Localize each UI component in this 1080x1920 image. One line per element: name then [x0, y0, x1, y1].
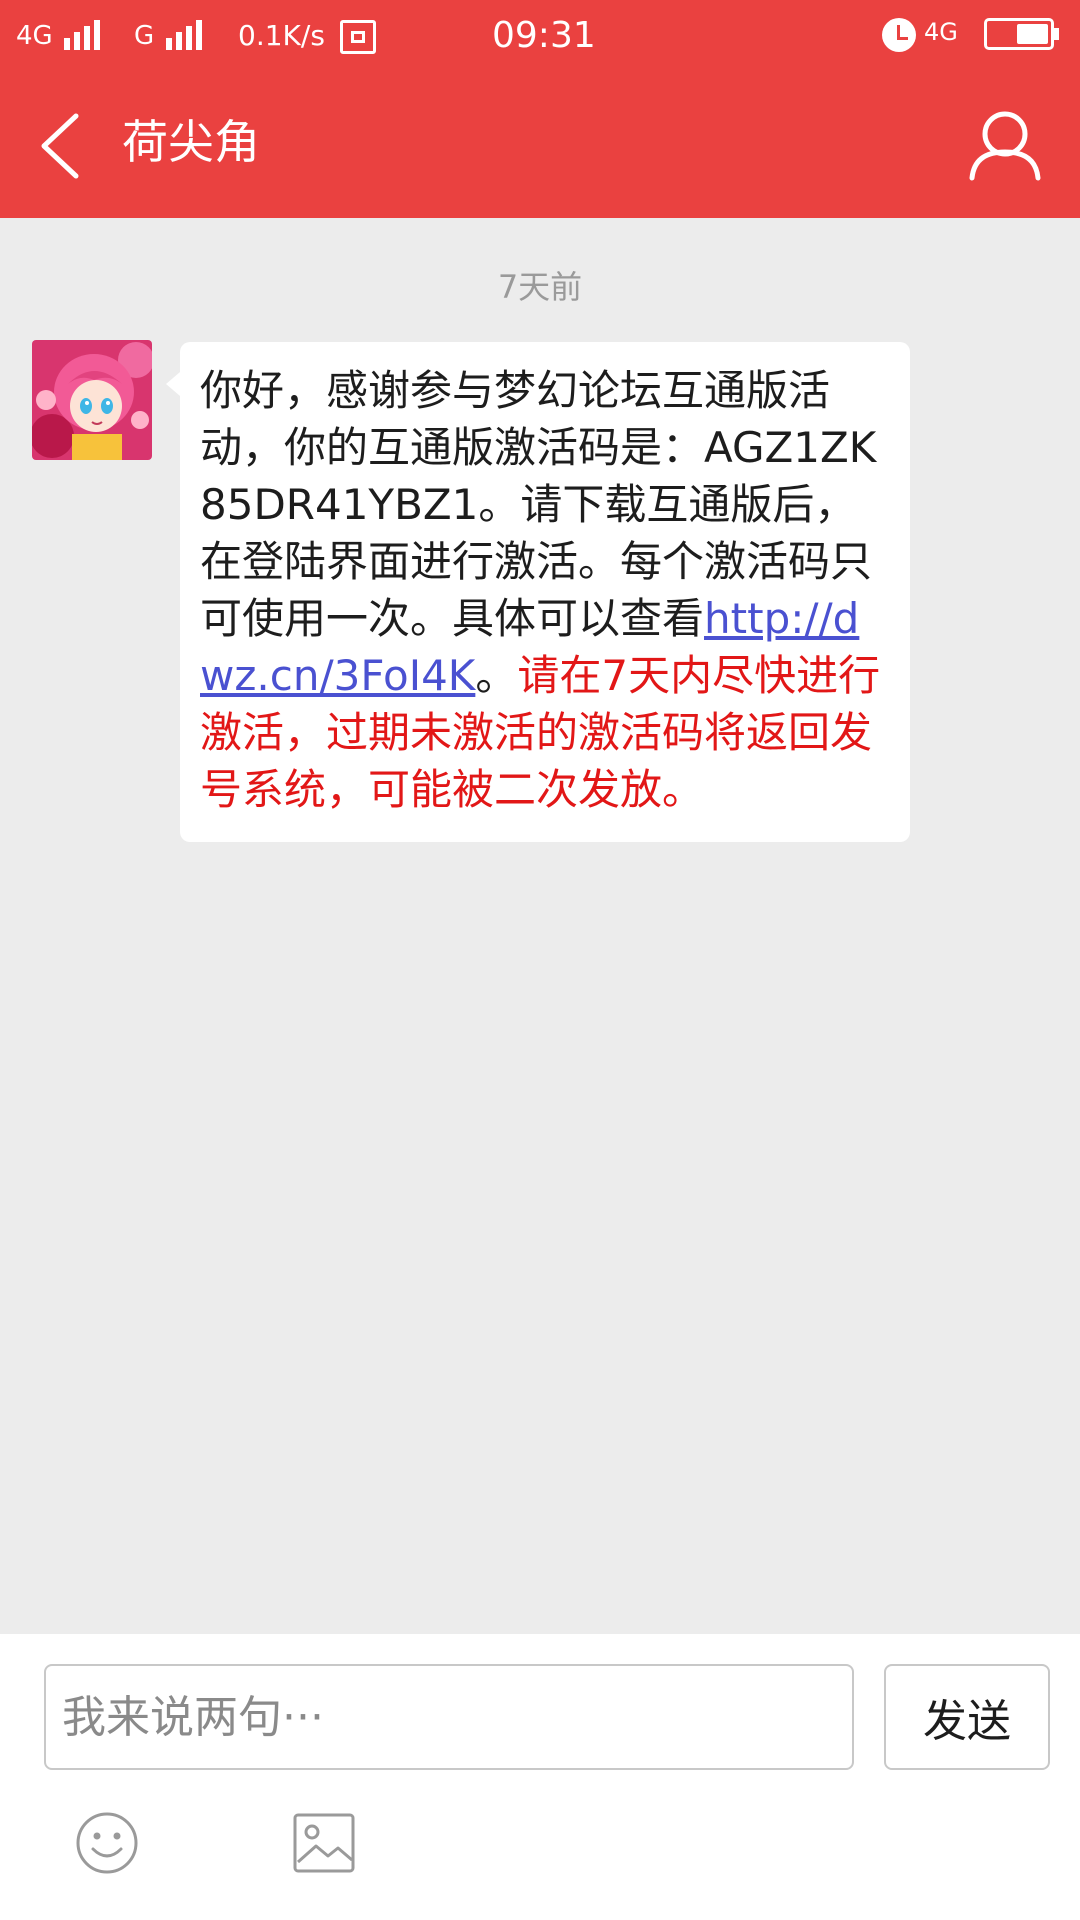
- image-button[interactable]: [292, 1812, 356, 1874]
- message-text-punctuation: 。: [475, 651, 518, 700]
- clock: 09:31: [492, 15, 596, 56]
- alarm-icon: [882, 18, 916, 52]
- send-button[interactable]: 发送: [884, 1664, 1050, 1770]
- smiley-icon: [76, 1812, 138, 1874]
- network-type-primary: 4G: [16, 21, 53, 51]
- emoji-button[interactable]: [74, 1810, 140, 1876]
- page-title: 荷尖角: [122, 115, 260, 169]
- battery-icon: [984, 18, 1059, 50]
- signal-icon-secondary: [166, 18, 222, 50]
- person-icon: [969, 111, 1041, 181]
- network-type-secondary: G: [134, 21, 155, 51]
- message-input[interactable]: [44, 1664, 854, 1770]
- app-header: 4G G 0.1K/s 09:31 4G 荷尖角: [0, 0, 1080, 218]
- message-composer: 发送: [0, 1634, 1080, 1920]
- profile-button[interactable]: [962, 100, 1052, 190]
- image-icon: [293, 1813, 355, 1873]
- network-type-tertiary: 4G: [924, 18, 958, 46]
- chevron-left-icon: [41, 113, 79, 179]
- status-bar: 4G G 0.1K/s 09:31 4G: [0, 0, 1080, 72]
- avatar[interactable]: [32, 340, 152, 460]
- message-timestamp: 7天前: [497, 268, 583, 306]
- back-button[interactable]: [20, 102, 110, 192]
- tray-icon: [340, 20, 376, 54]
- title-bar: 荷尖角: [0, 72, 1080, 218]
- signal-icon: [64, 18, 120, 50]
- message-bubble: 你好，感谢参与梦幻论坛互通版活动，你的互通版激活码是：AGZ1ZK85DR41Y…: [166, 342, 910, 842]
- anime-girl-avatar-icon: [32, 340, 152, 460]
- network-speed: 0.1K/s: [238, 19, 325, 52]
